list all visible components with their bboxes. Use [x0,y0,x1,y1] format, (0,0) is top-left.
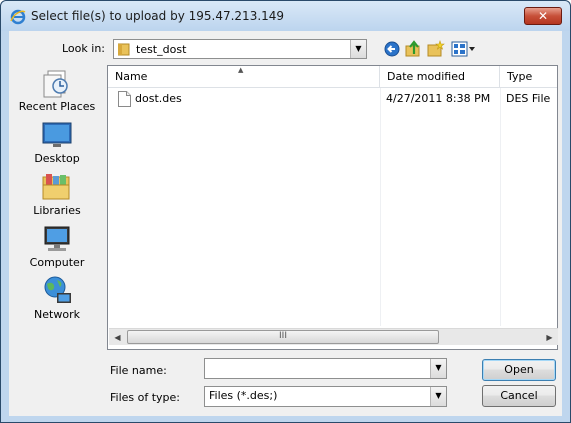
file-icon [118,91,131,107]
column-header-label: Type [507,70,533,83]
horizontal-scrollbar[interactable]: ◀ III ▶ [109,328,558,345]
column-divider [380,88,381,326]
column-divider [500,88,501,326]
file-name-field[interactable]: ▼ [204,358,447,379]
files-of-type-label: Files of type: [110,391,181,404]
file-list[interactable]: ▲ Name Date modified Type dost.des 4/27/… [107,65,558,350]
column-header-type[interactable]: Type [500,66,557,88]
chevron-down-icon[interactable]: ▼ [430,359,446,378]
cancel-button[interactable]: Cancel [482,385,556,407]
look-in-label: Look in: [62,42,105,55]
column-header-label: Date modified [387,70,465,83]
places-bar: Recent Places Desktop Libraries Computer… [11,65,103,355]
recent-places-icon [43,70,68,98]
computer-icon [44,226,70,251]
window-title: Select file(s) to upload by 195.47.213.1… [31,9,285,23]
folder-icon [118,43,130,56]
place-label: Desktop [34,152,80,165]
place-label: Recent Places [18,100,96,113]
up-folder-icon[interactable] [405,40,423,58]
files-of-type-value: Files (*.des;) [209,389,278,402]
place-desktop[interactable]: Desktop [11,117,103,167]
internet-explorer-icon [10,9,26,25]
place-label: Libraries [33,204,81,217]
libraries-icon [42,174,70,200]
close-button[interactable]: ✕ [524,7,562,25]
chevron-down-icon[interactable]: ▼ [350,40,366,58]
file-upload-dialog: Select file(s) to upload by 195.47.213.1… [0,0,571,423]
new-folder-icon[interactable] [427,40,445,58]
place-computer[interactable]: Computer [11,221,103,271]
look-in-dropdown[interactable]: test_dost ▼ [113,39,367,59]
files-of-type-dropdown[interactable]: Files (*.des;) ▼ [204,386,447,407]
chevron-down-icon[interactable]: ▼ [430,387,446,406]
look-in-value: test_dost [136,43,187,56]
column-header-label: Name [115,70,148,83]
place-libraries[interactable]: Libraries [11,169,103,219]
column-header-name[interactable]: ▲ Name [108,66,380,88]
desktop-icon [42,122,72,147]
scrollbar-thumb[interactable]: III [127,330,439,344]
scroll-left-icon[interactable]: ◀ [109,329,126,346]
back-icon[interactable] [383,40,401,58]
file-type-cell: DES File [506,92,551,105]
open-button[interactable]: Open [482,359,556,381]
table-row[interactable]: dost.des 4/27/2011 8:38 PM DES File [108,90,557,110]
dialog-body: Look in: test_dost ▼ Recent Places Deskt… [9,31,562,416]
sort-ascending-icon: ▲ [238,66,244,74]
scroll-right-icon[interactable]: ▶ [541,329,558,346]
place-label: Network [34,308,80,321]
file-date-cell: 4/27/2011 8:38 PM [386,92,491,105]
place-network[interactable]: Network [11,273,103,323]
place-recent-places[interactable]: Recent Places [11,65,103,115]
place-label: Computer [29,256,85,269]
network-icon [44,276,71,303]
file-name-cell: dost.des [135,92,182,105]
view-menu-icon[interactable] [451,40,477,58]
title-bar: Select file(s) to upload by 195.47.213.1… [1,1,570,31]
column-header-date-modified[interactable]: Date modified [380,66,500,88]
file-name-label: File name: [110,364,167,377]
